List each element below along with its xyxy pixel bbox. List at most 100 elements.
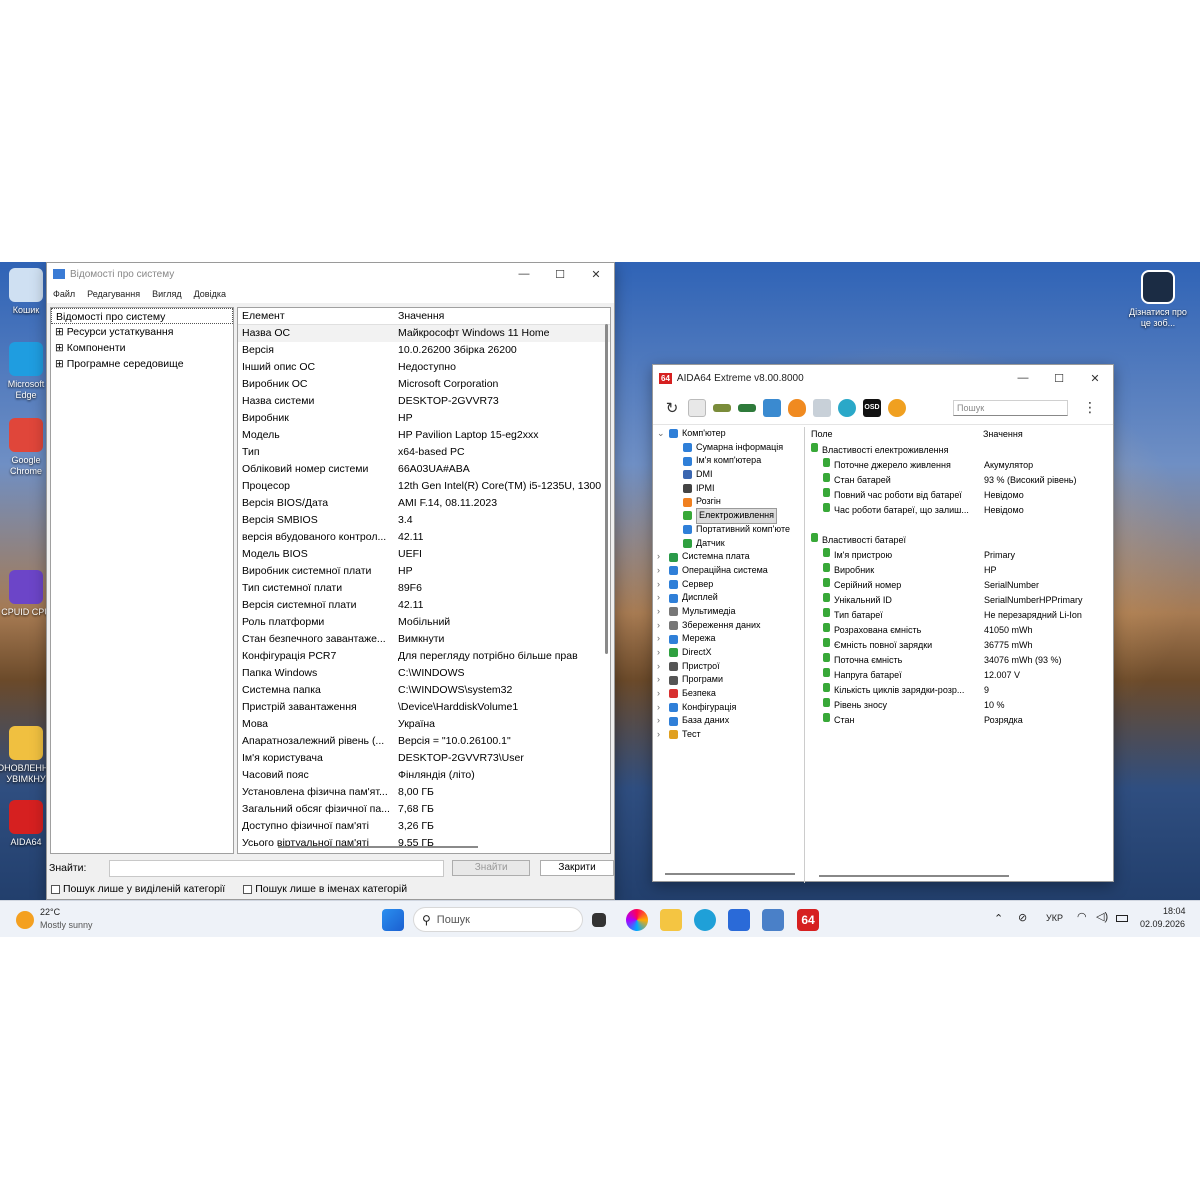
list-item[interactable]: Ємність повної зарядки 36775 mWh: [807, 638, 1113, 653]
expand-arrow-icon[interactable]: ›: [657, 619, 669, 633]
menu-item[interactable]: Довідка: [194, 289, 226, 299]
weather-text[interactable]: Mostly sunny: [40, 920, 93, 930]
tree-item[interactable]: ⊞ Ресурси устаткування: [51, 324, 233, 340]
table-row[interactable]: Апаратнозалежний рівень (... Версія = "10…: [238, 733, 610, 750]
tree-item[interactable]: › Програми: [653, 673, 804, 687]
tree-item[interactable]: › Збереження даних: [653, 619, 804, 633]
table-row[interactable]: Пристрій завантаження \Device\HarddiskVol…: [238, 699, 610, 716]
list-item[interactable]: Серійний номер SerialNumber: [807, 578, 1113, 593]
copilot-icon[interactable]: [626, 909, 648, 931]
table-row[interactable]: Виробник HP: [238, 410, 610, 427]
table-row[interactable]: Модель BIOS UEFI: [238, 546, 610, 563]
table-row[interactable]: Назва системи DESKTOP-2GVVR73: [238, 393, 610, 410]
option-category-names[interactable]: Пошук лише в іменах категорій: [243, 883, 407, 895]
list-item[interactable]: Час роботи батареї, що залиш... Невідомо: [807, 503, 1113, 518]
battery-icon[interactable]: [1116, 915, 1128, 922]
table-row[interactable]: Тип x64-based PC: [238, 444, 610, 461]
list-item[interactable]: Рівень зносу 10 %: [807, 698, 1113, 713]
close-button[interactable]: ✕: [1077, 372, 1113, 385]
checkbox[interactable]: [243, 884, 253, 894]
taskbar-search[interactable]: ⚲ Пошук: [413, 907, 583, 932]
table-row[interactable]: Часовий пояс Фінляндія (літо): [238, 767, 610, 784]
expand-arrow-icon[interactable]: ›: [657, 687, 669, 701]
table-row[interactable]: Загальний обсяг фізичної па... 7,68 ГБ: [238, 801, 610, 818]
location-off-icon[interactable]: ⊘: [1018, 911, 1027, 924]
tree-item[interactable]: › Безпека: [653, 687, 804, 701]
task-view-icon[interactable]: [592, 913, 606, 927]
table-row[interactable]: версія вбудованого контрол... 42.11: [238, 529, 610, 546]
column-header-value[interactable]: Значення: [983, 427, 1023, 442]
table-row[interactable]: Назва ОС Майкрософт Windows 11 Home: [238, 325, 610, 342]
expand-arrow-icon[interactable]: ›: [657, 578, 669, 592]
list-item[interactable]: Властивості батареї: [807, 533, 1113, 548]
expand-arrow-icon[interactable]: ›: [657, 646, 669, 660]
motherboard-icon[interactable]: [713, 403, 731, 412]
tree-item[interactable]: Сумарна інформація: [653, 441, 804, 455]
close-find-button[interactable]: Закрити: [540, 860, 614, 876]
table-row[interactable]: Обліковий номер системи 66A03UA#ABA: [238, 461, 610, 478]
tree-item[interactable]: ⊞ Програмне середовище: [51, 356, 233, 372]
tree-item[interactable]: Ім'я комп'ютера: [653, 454, 804, 468]
maximize-button[interactable]: ☐: [542, 268, 578, 281]
table-row[interactable]: Установлена фізична пам'ят... 8,00 ГБ: [238, 784, 610, 801]
table-row[interactable]: Інший опис ОС Недоступно: [238, 359, 610, 376]
find-input[interactable]: [108, 859, 445, 877]
user-icon[interactable]: [838, 398, 856, 417]
tree-item[interactable]: › Мультимедіа: [653, 605, 804, 619]
tree-item[interactable]: › Сервер: [653, 578, 804, 592]
expand-arrow-icon[interactable]: ›: [657, 605, 669, 619]
tools-icon[interactable]: [813, 398, 831, 417]
table-row[interactable]: Усього віртуальної пам'яті 9,55 ГБ: [238, 835, 610, 852]
tree-item[interactable]: › Мережа: [653, 632, 804, 646]
volume-icon[interactable]: ◁): [1096, 910, 1108, 923]
table-row[interactable]: Ім'я користувача DESKTOP-2GVVR73\User: [238, 750, 610, 767]
expand-arrow-icon[interactable]: ›: [657, 550, 669, 564]
column-header-element[interactable]: Елемент: [238, 308, 394, 324]
table-row[interactable]: Модель HP Pavilion Laptop 15-eg2xxx: [238, 427, 610, 444]
tree-item[interactable]: › База даних: [653, 714, 804, 728]
menu-item[interactable]: Редагування: [87, 289, 140, 299]
list-item[interactable]: Повний час роботи від батареї Невідомо: [807, 488, 1113, 503]
expand-arrow-icon[interactable]: ›: [657, 673, 669, 687]
table-row[interactable]: Системна папка C:\WINDOWS\system32: [238, 682, 610, 699]
edge-icon[interactable]: [694, 909, 716, 931]
minimize-button[interactable]: —: [1005, 372, 1041, 384]
vertical-scrollbar[interactable]: [605, 324, 608, 654]
table-row[interactable]: Мова Україна: [238, 716, 610, 733]
tree-item[interactable]: › Дисплей: [653, 591, 804, 605]
tree-item[interactable]: › DirectX: [653, 646, 804, 660]
list-item[interactable]: Стан батарей 93 % (Високий рівень): [807, 473, 1113, 488]
table-row[interactable]: Виробник ОС Microsoft Corporation: [238, 376, 610, 393]
menu-item[interactable]: Файл: [53, 289, 75, 299]
list-item[interactable]: Ім'я пристрою Primary: [807, 548, 1113, 563]
table-row[interactable]: Тип системної плати 89F6: [238, 580, 610, 597]
list-item[interactable]: Кількість циклів зарядки-розр... 9: [807, 683, 1113, 698]
horizontal-scrollbar[interactable]: [278, 846, 478, 848]
expand-icon[interactable]: ⊞: [55, 358, 67, 370]
tree-item[interactable]: Електроживлення: [653, 508, 804, 524]
weather-icon[interactable]: [16, 911, 34, 929]
table-row[interactable]: Версія 10.0.26200 Збірка 26200: [238, 342, 610, 359]
file-explorer-icon[interactable]: [660, 909, 682, 931]
start-icon[interactable]: [382, 909, 404, 931]
tree-item[interactable]: Відомості про систему: [51, 308, 233, 324]
table-row[interactable]: Виробник системної плати HP: [238, 563, 610, 580]
flame-icon[interactable]: [788, 398, 806, 417]
close-button[interactable]: ✕: [578, 268, 614, 281]
refresh-icon[interactable]: ↻: [663, 399, 681, 417]
find-button[interactable]: Знайти: [452, 860, 531, 876]
expand-arrow-icon[interactable]: ›: [657, 701, 669, 715]
osd-icon[interactable]: OSD: [863, 398, 881, 417]
chevron-up-icon[interactable]: ⌃: [994, 912, 1003, 925]
clock-time[interactable]: 18:04: [1163, 906, 1186, 916]
table-row[interactable]: Версія системної плати 42.11: [238, 597, 610, 614]
horizontal-scrollbar[interactable]: [819, 875, 1009, 877]
tree-item[interactable]: DMI: [653, 468, 804, 482]
column-header-field[interactable]: Поле: [811, 427, 983, 442]
list-item[interactable]: Стан Розрядка: [807, 713, 1113, 728]
expand-arrow-icon[interactable]: ›: [657, 564, 669, 578]
tree-item[interactable]: Портативний комп'юте: [653, 523, 804, 537]
tree-item[interactable]: › Тест: [653, 728, 804, 742]
system-info-icon[interactable]: [762, 909, 784, 931]
tree-item[interactable]: ⌄ Комп'ютер: [653, 427, 804, 441]
